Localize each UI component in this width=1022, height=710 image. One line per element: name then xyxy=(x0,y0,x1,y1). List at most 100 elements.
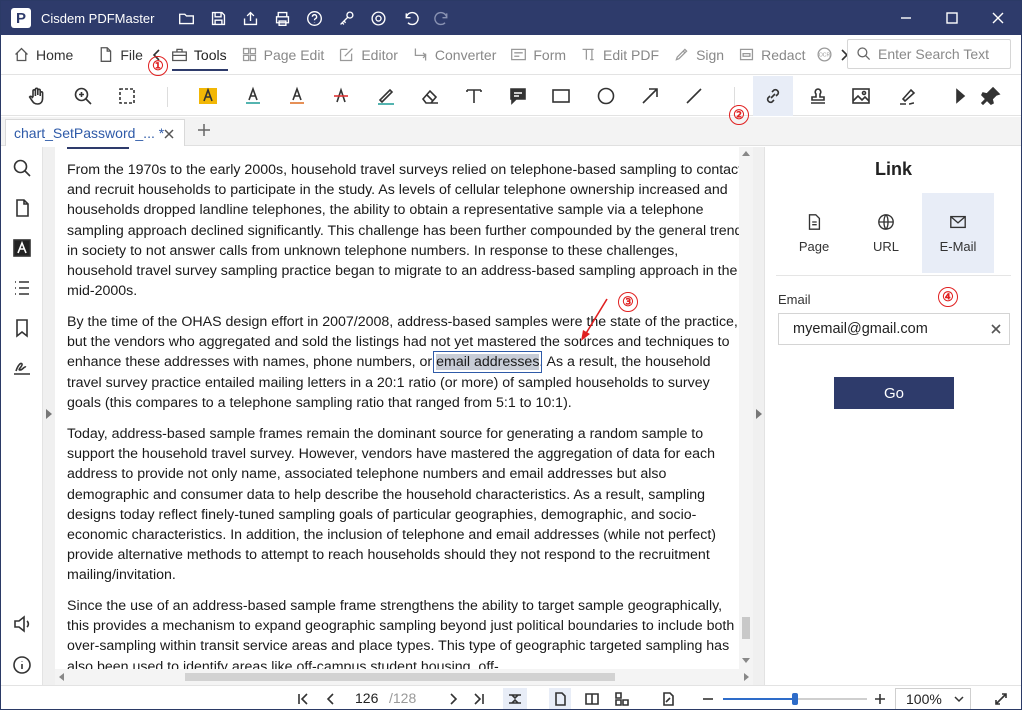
link-type-page[interactable]: Page xyxy=(778,193,850,273)
print-icon[interactable] xyxy=(266,1,298,35)
strikethrough-text-icon[interactable] xyxy=(325,80,357,112)
tab-redact[interactable]: Redact xyxy=(731,35,812,75)
pencil-draw-icon[interactable] xyxy=(370,80,402,112)
tab-page-edit[interactable]: Page Edit xyxy=(234,35,332,75)
tab-editor[interactable]: Editor xyxy=(331,35,405,75)
document-tab[interactable]: chart_SetPassword_... * xyxy=(5,119,185,146)
rectangle-icon[interactable] xyxy=(545,80,577,112)
zoom-in-plus-icon[interactable] xyxy=(871,688,889,709)
font-panel-icon[interactable] xyxy=(9,235,35,261)
redact-icon xyxy=(740,48,754,61)
close-window-icon[interactable] xyxy=(975,1,1021,35)
go-button[interactable]: Go xyxy=(834,377,954,409)
link-type-email[interactable]: E-Mail xyxy=(922,193,994,273)
tab-sign[interactable]: Sign xyxy=(666,35,731,75)
zoom-in-icon[interactable] xyxy=(67,80,99,112)
open-folder-icon[interactable] xyxy=(170,1,202,35)
two-page-view-icon[interactable] xyxy=(581,688,603,709)
close-tab-icon[interactable] xyxy=(164,126,178,140)
arrow-icon[interactable] xyxy=(634,80,666,112)
redo-icon[interactable] xyxy=(426,1,458,35)
text-box-icon[interactable] xyxy=(458,80,490,112)
help-icon[interactable] xyxy=(298,1,330,35)
paragraph-2: By the time of the OHAS design effort in… xyxy=(67,312,739,413)
ocr-icon: OCR xyxy=(817,47,832,62)
callout-marker-3: ③ xyxy=(618,292,638,312)
tab-redact-label: Redact xyxy=(761,46,806,63)
continuous-view-icon[interactable] xyxy=(611,688,633,709)
tab-file[interactable]: File xyxy=(90,35,150,75)
last-page-icon[interactable] xyxy=(469,688,489,709)
prev-page-icon[interactable] xyxy=(321,688,341,709)
squiggly-text-icon[interactable] xyxy=(281,80,313,112)
signature-panel-icon[interactable] xyxy=(9,355,35,381)
rotate-page-icon[interactable] xyxy=(657,688,679,709)
undo-icon[interactable] xyxy=(394,1,426,35)
share-icon[interactable] xyxy=(234,1,266,35)
area-select-icon[interactable] xyxy=(111,80,143,112)
save-icon[interactable] xyxy=(202,1,234,35)
comment-note-icon[interactable] xyxy=(502,80,534,112)
fit-page-icon[interactable] xyxy=(503,688,527,709)
outline-list-icon[interactable] xyxy=(9,275,35,301)
highlight-text-icon[interactable] xyxy=(192,80,224,112)
left-panel-collapse-handle[interactable] xyxy=(43,147,55,685)
minimize-icon[interactable] xyxy=(883,1,929,35)
ellipse-icon[interactable] xyxy=(590,80,622,112)
convert-icon xyxy=(414,48,427,61)
zoom-slider-knob[interactable] xyxy=(792,693,798,705)
email-field[interactable] xyxy=(778,313,1010,345)
tab-converter-label: Converter xyxy=(434,46,497,63)
right-panel-collapse-handle[interactable] xyxy=(753,147,765,685)
next-page-icon[interactable] xyxy=(443,688,463,709)
read-aloud-speaker-icon[interactable] xyxy=(9,611,35,637)
zoom-out-icon[interactable] xyxy=(699,688,717,709)
underline-text-icon[interactable] xyxy=(237,80,269,112)
tab-tools[interactable]: Tools xyxy=(164,35,234,75)
clear-email-icon[interactable] xyxy=(983,316,1009,342)
settings-gear-icon[interactable] xyxy=(362,1,394,35)
search-box[interactable] xyxy=(847,39,1011,69)
key-icon[interactable] xyxy=(330,1,362,35)
search-icon xyxy=(857,47,871,61)
tab-converter[interactable]: Converter xyxy=(405,35,503,75)
selected-email-text[interactable]: email addresses xyxy=(433,351,543,374)
search-panel-icon[interactable] xyxy=(9,155,35,181)
bookmark-icon[interactable] xyxy=(9,315,35,341)
email-input[interactable] xyxy=(779,321,983,337)
pages-thumbnail-icon[interactable] xyxy=(9,195,35,221)
tab-edit-pdf[interactable]: Edit PDF xyxy=(573,35,666,75)
search-input[interactable] xyxy=(878,46,998,62)
eraser-icon[interactable] xyxy=(414,80,446,112)
link-type-url[interactable]: URL xyxy=(850,193,922,273)
current-page-number[interactable]: 126 xyxy=(355,690,378,706)
new-tab-plus-icon[interactable] xyxy=(197,123,213,139)
link-icon[interactable] xyxy=(753,76,793,116)
tab-form[interactable]: Form xyxy=(503,35,573,75)
single-page-view-icon[interactable] xyxy=(549,688,571,709)
zoom-slider-fill xyxy=(723,698,795,700)
zoom-level-select[interactable]: 100% xyxy=(895,688,971,709)
zoom-level-value: 100% xyxy=(906,691,942,707)
pin-icon[interactable] xyxy=(975,80,1007,112)
line-icon[interactable] xyxy=(678,80,710,112)
more-tools-arrow-icon[interactable] xyxy=(944,80,976,112)
sign-icon xyxy=(675,48,688,61)
zoom-slider[interactable] xyxy=(723,693,867,705)
info-icon[interactable] xyxy=(9,652,35,678)
hand-tool-icon[interactable] xyxy=(21,80,53,112)
tab-home[interactable]: Home xyxy=(1,35,80,75)
tab-sign-label: Sign xyxy=(696,46,725,63)
maximize-icon[interactable] xyxy=(929,1,975,35)
link-type-email-label: E-Mail xyxy=(939,238,977,254)
tab-page-edit-label: Page Edit xyxy=(263,46,325,63)
vertical-scrollbar[interactable] xyxy=(739,147,753,669)
fullscreen-expand-icon[interactable] xyxy=(991,688,1011,709)
horizontal-scrollbar[interactable] xyxy=(55,669,753,685)
link-properties-panel: Link Page URL E-Mail Email Go xyxy=(766,147,1021,685)
signature-pen-icon[interactable] xyxy=(892,80,924,112)
first-page-icon[interactable] xyxy=(293,688,313,709)
image-icon[interactable] xyxy=(845,80,877,112)
tab-ocr[interactable]: OCR xyxy=(812,35,837,75)
stamp-icon[interactable] xyxy=(802,80,834,112)
